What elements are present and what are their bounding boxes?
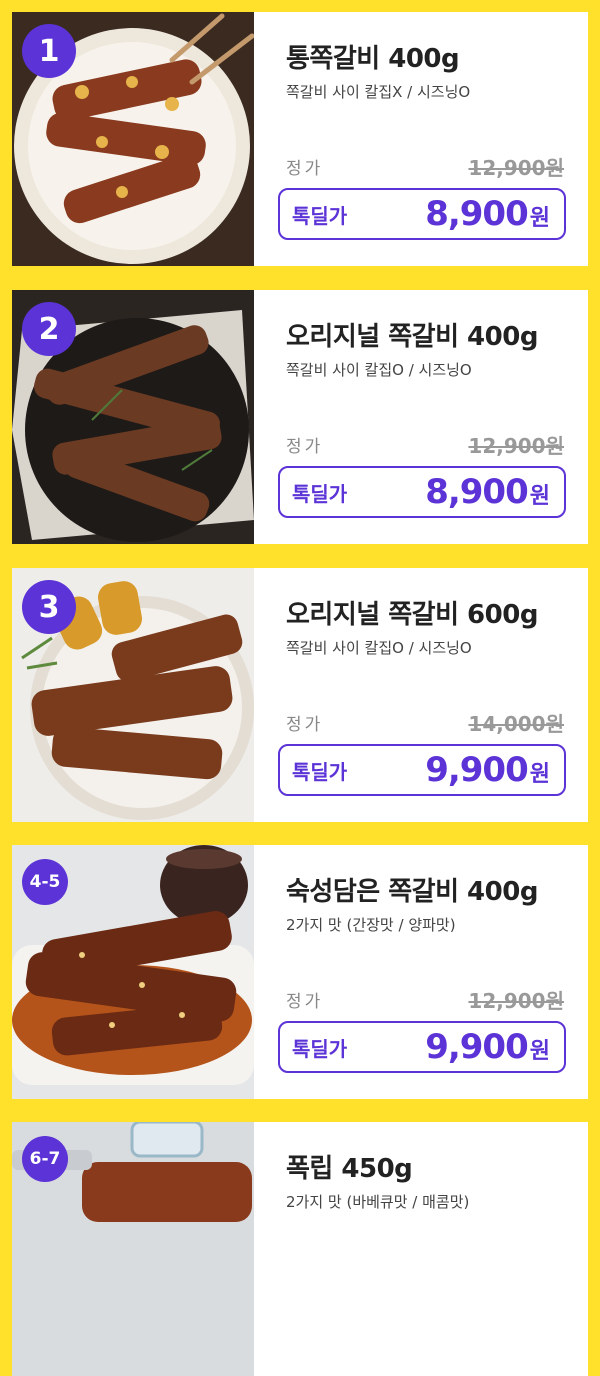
deal-price-box[interactable]: 톡딜가 8,900원	[278, 466, 566, 518]
deal-price-amount: 8,900	[425, 472, 529, 512]
product-title[interactable]: 오리지널 쪽갈비 400g	[286, 316, 566, 353]
product-title[interactable]: 숙성담은 쪽갈비 400g	[286, 871, 566, 908]
regular-price-row: 정가 12,900원	[286, 430, 564, 459]
regular-price-row: 정가 14,000원	[286, 708, 564, 737]
product-number-badge: 3	[22, 580, 76, 634]
regular-price-label: 정가	[286, 159, 324, 179]
regular-price-label: 정가	[286, 437, 324, 457]
deal-price-amount: 8,900	[425, 194, 529, 234]
product-card[interactable]: 2 오리지널 쪽갈비 400g 쪽갈비 사이 칼집O / 시즈닝O 정가 12,…	[12, 290, 588, 544]
product-number-badge: 2	[22, 302, 76, 356]
product-info: 통쪽갈비 400g 쪽갈비 사이 칼집X / 시즈닝O 정가 12,900원 톡…	[254, 12, 588, 266]
product-image[interactable]: 6-7	[12, 1122, 254, 1376]
regular-price-label: 정가	[286, 992, 324, 1012]
product-subtitle: 2가지 맛 (간장맛 / 양파맛)	[286, 916, 456, 934]
product-image[interactable]: 3	[12, 568, 254, 822]
deal-price-currency: 원	[529, 762, 550, 787]
product-image[interactable]: 4-5	[12, 845, 254, 1099]
regular-price-row: 정가 12,900원	[286, 152, 564, 181]
product-subtitle: 쪽갈비 사이 칼집O / 시즈닝O	[286, 639, 472, 657]
deal-price-label: 톡딜가	[292, 1036, 348, 1061]
product-title[interactable]: 폭립 450g	[286, 1148, 566, 1185]
product-image[interactable]: 1	[12, 12, 254, 266]
regular-price: 12,900원	[468, 434, 564, 458]
product-card[interactable]: 4-5 숙성담은 쪽갈비 400g 2가지 맛 (간장맛 / 양파맛) 정가 1…	[12, 845, 588, 1099]
regular-price: 14,000원	[468, 712, 564, 736]
regular-price-row: 정가 12,900원	[286, 985, 564, 1014]
product-card[interactable]: 3 오리지널 쪽갈비 600g 쪽갈비 사이 칼집O / 시즈닝O 정가 14,…	[12, 568, 588, 822]
product-list: 1 통쪽갈비 400g 쪽갈비 사이 칼집X / 시즈닝O 정가 12,900원…	[0, 0, 600, 1376]
product-number-badge: 4-5	[22, 859, 68, 905]
deal-price-currency: 원	[529, 206, 550, 231]
product-info: 숙성담은 쪽갈비 400g 2가지 맛 (간장맛 / 양파맛) 정가 12,90…	[254, 845, 588, 1099]
deal-price-amount: 9,900	[425, 750, 529, 790]
product-info: 폭립 450g 2가지 맛 (바베큐맛 / 매콤맛)	[254, 1122, 588, 1376]
product-title[interactable]: 오리지널 쪽갈비 600g	[286, 594, 566, 631]
deal-price: 8,900원	[425, 194, 550, 234]
product-card[interactable]: 6-7 폭립 450g 2가지 맛 (바베큐맛 / 매콤맛)	[12, 1122, 588, 1376]
deal-price-box[interactable]: 톡딜가 9,900원	[278, 744, 566, 796]
regular-price: 12,900원	[468, 156, 564, 180]
product-subtitle: 2가지 맛 (바베큐맛 / 매콤맛)	[286, 1193, 470, 1211]
deal-price-box[interactable]: 톡딜가 9,900원	[278, 1021, 566, 1073]
regular-price-label: 정가	[286, 715, 324, 735]
deal-price: 9,900원	[425, 1027, 550, 1067]
deal-price-label: 톡딜가	[292, 759, 348, 784]
deal-price-amount: 9,900	[425, 1027, 529, 1067]
deal-price-box[interactable]: 톡딜가 8,900원	[278, 188, 566, 240]
deal-price: 8,900원	[425, 472, 550, 512]
deal-price: 9,900원	[425, 750, 550, 790]
deal-price-currency: 원	[529, 1039, 550, 1064]
product-image[interactable]: 2	[12, 290, 254, 544]
product-info: 오리지널 쪽갈비 600g 쪽갈비 사이 칼집O / 시즈닝O 정가 14,00…	[254, 568, 588, 822]
deal-price-currency: 원	[529, 484, 550, 509]
regular-price: 12,900원	[468, 989, 564, 1013]
product-title[interactable]: 통쪽갈비 400g	[286, 38, 566, 75]
deal-price-label: 톡딜가	[292, 481, 348, 506]
deal-price-label: 톡딜가	[292, 203, 348, 228]
product-subtitle: 쪽갈비 사이 칼집O / 시즈닝O	[286, 361, 472, 379]
product-card[interactable]: 1 통쪽갈비 400g 쪽갈비 사이 칼집X / 시즈닝O 정가 12,900원…	[12, 12, 588, 266]
product-subtitle: 쪽갈비 사이 칼집X / 시즈닝O	[286, 83, 471, 101]
product-info: 오리지널 쪽갈비 400g 쪽갈비 사이 칼집O / 시즈닝O 정가 12,90…	[254, 290, 588, 544]
product-number-badge: 1	[22, 24, 76, 78]
product-number-badge: 6-7	[22, 1136, 68, 1182]
